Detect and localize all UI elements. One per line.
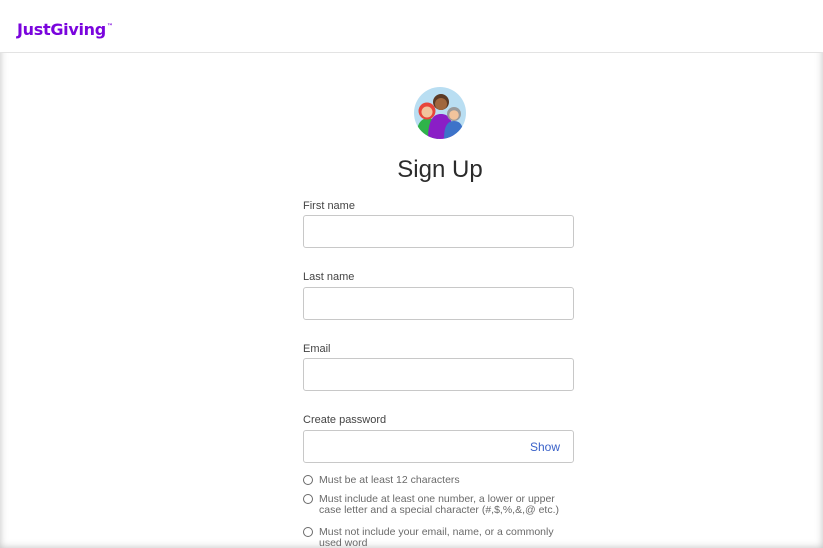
trademark-mark: ™ xyxy=(106,23,113,30)
last-name-input[interactable] xyxy=(303,287,574,320)
first-name-input[interactable] xyxy=(303,215,574,248)
show-password-button[interactable]: Show xyxy=(530,440,560,454)
last-name-label: Last name xyxy=(303,271,355,283)
rule-unchecked-circle-icon xyxy=(303,475,313,485)
rule-text: Must include at least one number, a lowe… xyxy=(319,493,560,516)
top-bar: JustGiving™ xyxy=(0,0,823,53)
rule-unchecked-circle-icon xyxy=(303,527,313,537)
rule-unchecked-circle-icon xyxy=(303,494,313,504)
justgiving-logo[interactable]: JustGiving™ xyxy=(17,20,113,39)
browser-window: JustGiving™ Sign Up First name Last name… xyxy=(0,0,823,548)
email-input[interactable] xyxy=(303,358,574,391)
rule-text: Must be at least 12 characters xyxy=(319,474,460,486)
page-title: Sign Up xyxy=(397,156,483,183)
email-label: Email xyxy=(303,343,331,355)
first-name-label: First name xyxy=(303,200,355,212)
people-group-icon xyxy=(414,87,466,139)
logo-text: JustGiving xyxy=(17,20,106,39)
password-label: Create password xyxy=(303,414,387,426)
rule-text: Must not include your email, name, or a … xyxy=(319,526,554,548)
